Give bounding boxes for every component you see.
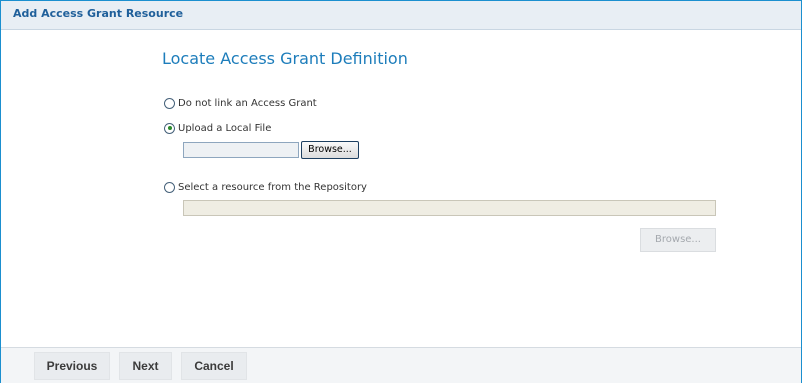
cancel-button[interactable]: Cancel bbox=[181, 352, 247, 380]
dialog-window: Add Access Grant Resource Locate Access … bbox=[0, 0, 802, 383]
upload-local-label: Upload a Local File bbox=[178, 122, 272, 134]
dialog-title: Add Access Grant Resource bbox=[13, 7, 184, 20]
repository-browse-button[interactable]: Browse... bbox=[640, 228, 716, 252]
next-button[interactable]: Next bbox=[119, 352, 172, 380]
no-link-label: Do not link an Access Grant bbox=[178, 97, 317, 109]
repository-path-field[interactable] bbox=[183, 200, 716, 216]
no-link-radio[interactable] bbox=[164, 97, 175, 109]
select-repo-radio[interactable] bbox=[164, 181, 175, 193]
title-bar: Add Access Grant Resource bbox=[1, 1, 801, 30]
page-heading: Locate Access Grant Definition bbox=[162, 49, 408, 68]
option-upload-local[interactable]: Upload a Local File bbox=[164, 120, 271, 136]
previous-button[interactable]: Previous bbox=[34, 352, 110, 380]
option-no-link[interactable]: Do not link an Access Grant bbox=[164, 95, 317, 111]
upload-browse-button[interactable]: Browse... bbox=[301, 141, 359, 159]
select-repo-label: Select a resource from the Repository bbox=[178, 181, 367, 193]
upload-file-field[interactable] bbox=[183, 142, 299, 158]
footer-bar: Previous Next Cancel bbox=[1, 347, 801, 383]
option-select-repo[interactable]: Select a resource from the Repository bbox=[164, 179, 367, 195]
upload-local-radio[interactable] bbox=[164, 122, 175, 134]
